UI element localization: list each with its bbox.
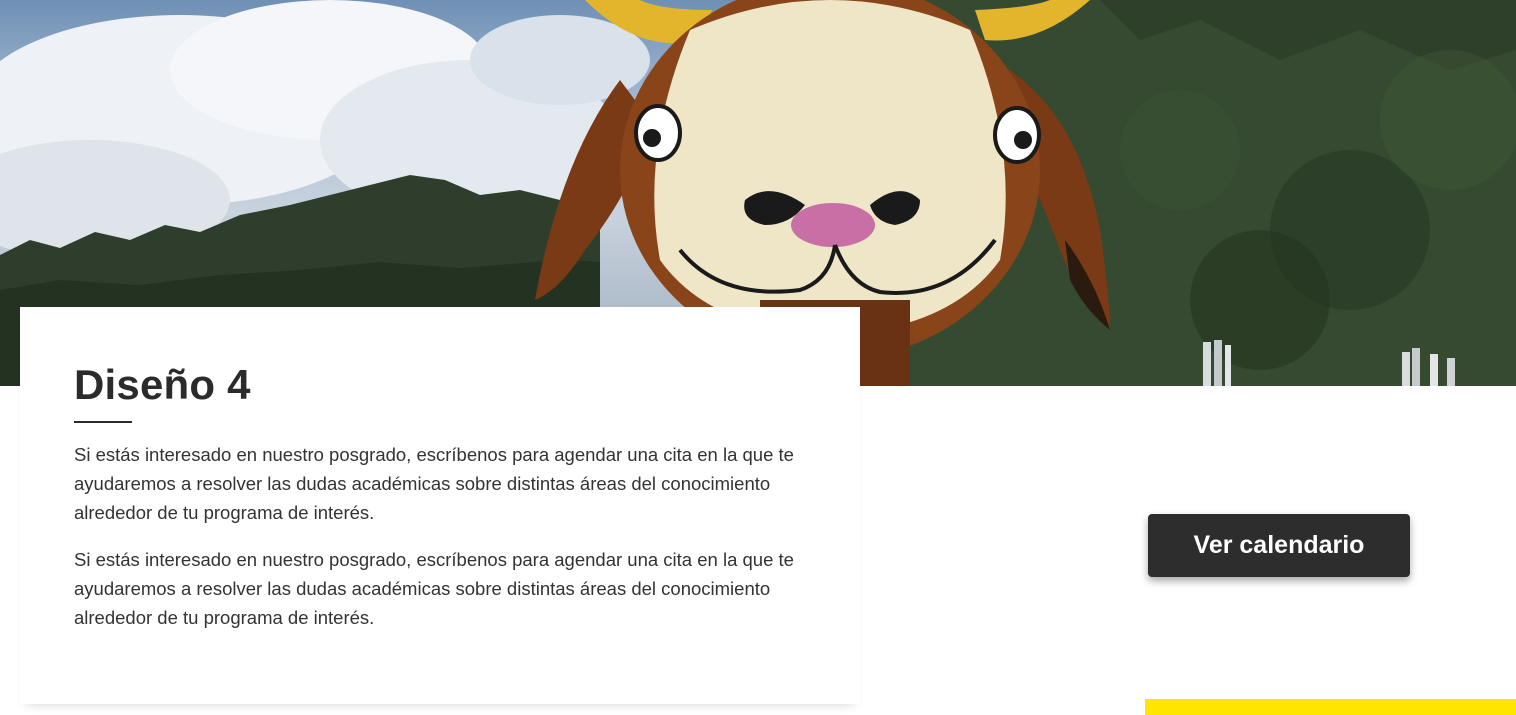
title-underline [74,421,132,423]
card-title: Diseño 4 [74,361,251,408]
info-card: Diseño 4 Si estás interesado en nuestro … [20,307,860,704]
card-paragraph: Si estás interesado en nuestro posgrado,… [74,444,794,523]
accent-strip [1145,699,1516,715]
ver-calendario-button[interactable]: Ver calendario [1148,514,1410,577]
card-paragraph: Si estás interesado en nuestro posgrado,… [74,549,794,628]
